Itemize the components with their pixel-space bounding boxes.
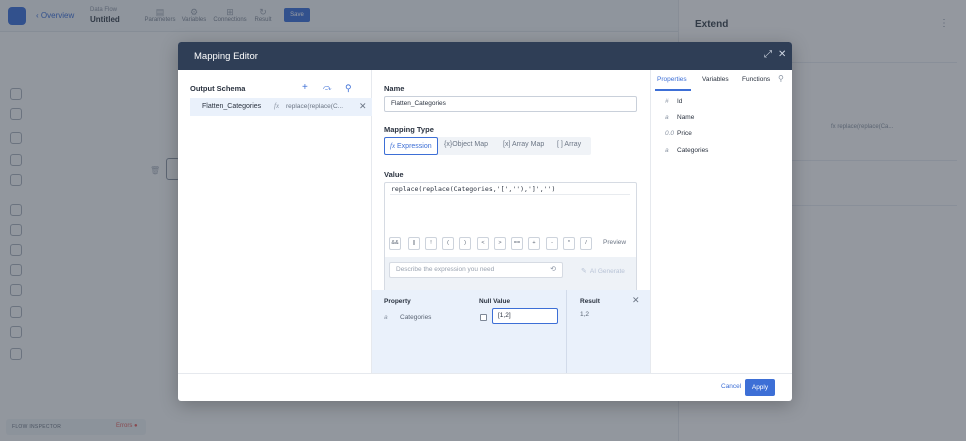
mapping-type-expression[interactable]: fx Expression xyxy=(384,137,438,155)
test-property-name: Categories xyxy=(400,314,432,321)
ai-assist-bar: Describe the expression you need ⟲ ✎ AI G… xyxy=(385,257,636,291)
operator-button[interactable]: || xyxy=(408,237,420,250)
mapping-type-label: Array xyxy=(564,141,582,148)
property-name: Categories xyxy=(677,147,709,154)
property-item[interactable]: # Id xyxy=(665,98,682,105)
operator-button[interactable]: > xyxy=(494,237,506,250)
ai-generate-label: AI Generate xyxy=(589,268,625,275)
property-item[interactable]: a Name xyxy=(665,114,694,121)
property-item[interactable]: a Categories xyxy=(665,147,708,154)
decimal-type-icon: 0.0 xyxy=(665,130,675,137)
mapping-type-label: Mapping Type xyxy=(384,125,434,134)
value-label: Value xyxy=(384,170,404,179)
schema-row-expression: replace(replace(C... xyxy=(286,103,344,110)
expression-icon: fx xyxy=(390,142,396,150)
operator-toolbar: && || ! ( ) < > == + - * / Preview xyxy=(389,237,633,251)
operator-button[interactable]: / xyxy=(580,237,592,250)
test-panel: Property Null Value Result ✕ a Categorie… xyxy=(372,290,650,373)
result-header: Result xyxy=(580,298,600,305)
preview-button[interactable]: Preview xyxy=(603,239,626,246)
editor-line xyxy=(390,194,630,195)
cancel-button[interactable]: Cancel xyxy=(721,383,741,390)
search-icon[interactable]: ⚲ xyxy=(345,83,352,93)
add-icon[interactable]: + xyxy=(302,83,308,93)
null-value-header: Null Value xyxy=(479,298,511,305)
close-icon[interactable]: ✕ xyxy=(778,49,786,61)
mapping-editor-dialog: Mapping Editor ⤢ ✕ Output Schema + ⤼ ⚲ F… xyxy=(178,42,792,401)
ai-prompt-input[interactable]: Describe the expression you need ⟲ xyxy=(389,262,563,278)
name-input[interactable]: Flatten_Categories xyxy=(384,96,637,112)
wand-icon: ✎ xyxy=(581,268,587,275)
schema-row-name: Flatten_Categories xyxy=(202,103,262,110)
operator-button[interactable]: < xyxy=(477,237,489,250)
modal-title: Mapping Editor xyxy=(194,51,258,62)
output-schema-title: Output Schema xyxy=(190,84,246,93)
operator-button[interactable]: - xyxy=(546,237,558,250)
array-map-icon: [x] xyxy=(503,141,511,148)
mapping-type-label: Object Map xyxy=(452,141,488,148)
tab-functions[interactable]: Functions xyxy=(742,76,770,83)
null-checkbox[interactable] xyxy=(480,314,487,321)
test-result: 1,2 xyxy=(580,311,590,318)
mapping-type-array-map[interactable]: [x] Array Map xyxy=(498,137,549,155)
search-icon[interactable]: ⚲ xyxy=(778,74,784,83)
property-name: Price xyxy=(677,130,692,137)
property-name: Id xyxy=(677,98,683,105)
modal-header: Mapping Editor ⤢ ✕ xyxy=(178,42,792,70)
operator-button[interactable]: ) xyxy=(459,237,471,250)
tab-variables[interactable]: Variables xyxy=(702,76,729,83)
expression-editor[interactable]: replace(replace(Categories,'[',''),']','… xyxy=(384,182,637,292)
mapping-type-array[interactable]: [ ] Array xyxy=(552,137,586,155)
close-test-icon[interactable]: ✕ xyxy=(632,295,640,306)
remove-icon[interactable]: ✕ xyxy=(359,101,367,112)
object-map-icon: {x} xyxy=(444,141,453,148)
name-label: Name xyxy=(384,84,405,93)
schema-row[interactable]: Flatten_Categories fx replace(replace(C.… xyxy=(190,98,372,116)
mapping-type-label: Expression xyxy=(397,143,432,150)
text-type-icon: a xyxy=(665,114,669,121)
active-tab-indicator xyxy=(655,89,691,91)
text-type-icon: a xyxy=(665,147,669,154)
operator-button[interactable]: * xyxy=(563,237,575,250)
expand-icon[interactable]: ⤢ xyxy=(764,49,772,61)
operator-button[interactable]: ( xyxy=(442,237,454,250)
property-item[interactable]: 0.0 Price xyxy=(665,130,692,137)
output-schema-panel: Output Schema + ⤼ ⚲ Flatten_Categories f… xyxy=(178,70,372,373)
operator-button[interactable]: && xyxy=(389,237,401,250)
test-value-input[interactable]: [1,2] xyxy=(492,308,558,324)
array-icon: [ ] xyxy=(557,141,563,148)
operator-button[interactable]: == xyxy=(511,237,523,250)
function-icon: fx xyxy=(274,102,280,110)
mapping-type-object-map[interactable]: {x}Object Map xyxy=(439,137,493,155)
mapping-type-label: Array Map xyxy=(511,141,545,148)
property-name: Name xyxy=(677,114,695,121)
expression-code[interactable]: replace(replace(Categories,'[',''),']','… xyxy=(391,185,555,193)
property-header: Property xyxy=(384,298,411,305)
tab-properties[interactable]: Properties xyxy=(657,76,687,83)
history-icon[interactable]: ⟲ xyxy=(550,263,556,277)
mapping-form: Name Flatten_Categories Mapping Type fx … xyxy=(372,70,650,373)
test-divider xyxy=(566,290,567,373)
flatten-icon[interactable]: ⤼ xyxy=(323,83,332,93)
number-type-icon: # xyxy=(665,98,669,105)
apply-button[interactable]: Apply xyxy=(745,379,775,396)
ai-prompt-placeholder: Describe the expression you need xyxy=(396,266,495,273)
reference-panel: Properties Variables Functions ⚲ # Id a Na… xyxy=(650,70,792,373)
reference-tabs: Properties Variables Functions ⚲ xyxy=(651,70,792,92)
text-type-icon: a xyxy=(384,314,388,321)
ai-generate-button[interactable]: ✎ AI Generate xyxy=(581,267,625,275)
operator-button[interactable]: ! xyxy=(425,237,437,250)
operator-button[interactable]: + xyxy=(528,237,540,250)
modal-footer: Cancel Apply xyxy=(178,373,792,401)
